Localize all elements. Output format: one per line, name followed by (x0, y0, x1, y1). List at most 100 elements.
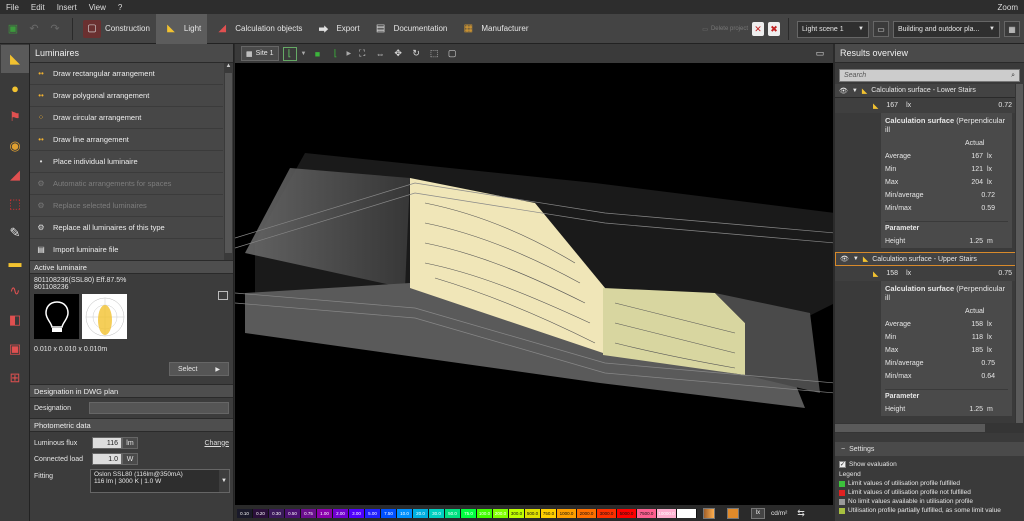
results-scrollbar[interactable] (1015, 84, 1024, 423)
color-gradient-icon[interactable] (703, 507, 715, 519)
show-evaluation-checkbox[interactable]: ✓ (839, 460, 846, 468)
draw-line-arrangement[interactable]: •• Draw line arrangement (30, 129, 223, 151)
zoom-extents-icon[interactable]: ⛶ (355, 47, 369, 61)
fitting-select[interactable]: Oslon SSL80 (116lm@350mA) 116 lm | 3000 … (90, 469, 230, 493)
surface-name: Calculation surface - Upper Stairs (872, 255, 977, 263)
tab-construction[interactable]: ▢ Construction (77, 14, 156, 44)
tab-light[interactable]: ◣ Light (155, 13, 208, 44)
tab-light-label: Light (183, 24, 202, 33)
surface-header-upper[interactable]: 👁 ▼ ◣ Calculation surface - Upper Stairs (835, 252, 1024, 266)
eye-icon[interactable]: 👁 (839, 87, 848, 95)
unit-lx-button[interactable]: lx (751, 507, 765, 519)
scroll-up-icon[interactable]: ▲ (224, 63, 233, 72)
legend-swatch (839, 498, 845, 505)
replace-selected-luminaires[interactable]: ⚙ Replace selected luminaires (30, 195, 223, 217)
chevron-right-icon[interactable]: ▶ (346, 50, 351, 57)
redo-icon[interactable]: ↷ (46, 20, 64, 38)
expand-icon[interactable]: ▼ (853, 256, 859, 262)
results-scroll-thumb[interactable] (1016, 84, 1023, 423)
designation-input[interactable] (89, 402, 229, 414)
tab-manufacturer[interactable]: ▦ Manufacturer (453, 14, 534, 44)
monitor-view-icon[interactable]: ▭ (813, 47, 827, 61)
unit-cd-label[interactable]: cd/m² (771, 510, 787, 517)
3d-viewport[interactable]: ▦ Site 1 ⌊ ▼ ■ ⌊ ▶ ⛶ ⇔ ✥ ↻ ⬚ ▢ ▭ 0.10 0.… (235, 44, 833, 521)
connected-load-input[interactable]: 1.0 (92, 453, 122, 465)
replace-all-luminaires[interactable]: ⚙ Replace all luminaires of this type (30, 217, 223, 239)
menu-edit[interactable]: Edit (25, 3, 51, 12)
expand-icon[interactable]: ▼ (852, 88, 858, 94)
cut-view-icon[interactable]: ⌊ (328, 47, 342, 61)
results-search[interactable]: Search ⌕ (839, 69, 1020, 82)
floor-tool-icon[interactable]: ▬ (1, 248, 29, 276)
planning-scene-select[interactable]: Building and outdoor pla... ▼ (893, 20, 1000, 38)
chevron-down-icon[interactable]: ▼ (301, 51, 307, 57)
menu-file[interactable]: File (0, 3, 25, 12)
split-tool-icon[interactable]: ◧ (1, 306, 29, 334)
monitor-icon[interactable]: ▭ (873, 21, 889, 37)
light-scene-value: Light scene 1 (802, 25, 844, 33)
intensity-tool-icon[interactable]: ◢ (1, 161, 29, 189)
tab-export[interactable]: ⮕ Export (308, 14, 365, 44)
draw-rectangular-arrangement[interactable]: •• Draw rectangular arrangement (30, 63, 223, 85)
menu-insert[interactable]: Insert (51, 3, 83, 12)
frame-tool-icon[interactable]: ▣ (1, 335, 29, 363)
rotate-icon[interactable]: ↻ (409, 47, 423, 61)
project-icon: ▭ (702, 26, 708, 33)
3d-view-icon[interactable]: ■ (310, 47, 324, 61)
surface-header-lower[interactable]: 👁 ▼ ◣ Calculation surface - Lower Stairs (835, 84, 1024, 98)
draw-circular-arrangement[interactable]: ⁘ Draw circular arrangement (30, 107, 223, 129)
menu-zoom[interactable]: Zoom (992, 3, 1024, 12)
min-value: 121 (971, 166, 983, 173)
color-tool-icon[interactable]: ◉ (1, 132, 29, 160)
results-hscroll-thumb[interactable] (835, 424, 985, 432)
eye-icon[interactable]: 👁 (840, 255, 849, 263)
bulb-tool-icon[interactable]: ● (1, 74, 29, 102)
search-icon[interactable]: ⌕ (1011, 72, 1015, 80)
select-luminaire-button[interactable]: Select ▶ (169, 362, 229, 376)
save-icon[interactable]: ▣ (4, 20, 22, 38)
hierarchy-tool-icon[interactable]: ⊞ (1, 364, 29, 392)
export-luminaire-icon[interactable] (218, 291, 228, 300)
place-individual-luminaire[interactable]: • Place individual luminaire (30, 151, 223, 173)
line-arrangement-icon: •• (38, 135, 44, 144)
site-selector[interactable]: ▦ Site 1 (241, 46, 279, 61)
luminous-flux-input[interactable]: 116 (92, 437, 122, 449)
light-scene-tool-icon[interactable]: ⚑ (1, 103, 29, 131)
menu-view[interactable]: View (83, 3, 112, 12)
swap-icon[interactable]: ⇆ (797, 508, 805, 519)
import-luminaire-file[interactable]: ▤ Import luminaire file (30, 239, 223, 260)
false-color-icon[interactable] (727, 507, 739, 519)
light-scene-select[interactable]: Light scene 1 ▼ (797, 20, 869, 38)
list-scrollbar[interactable]: ▲ (224, 63, 233, 260)
show-evaluation-row[interactable]: ✓ Show evaluation (835, 458, 1024, 470)
replace-all-icon: ⚙ (37, 223, 45, 232)
undo-icon[interactable]: ↶ (25, 20, 43, 38)
curve-tool-icon[interactable]: ∿ (1, 277, 29, 305)
tab-documentation[interactable]: ▤ Documentation (366, 14, 454, 44)
pan-icon[interactable]: ✥ (391, 47, 405, 61)
calculator-icon[interactable]: ▦ (1004, 21, 1020, 37)
results-hscrollbar[interactable] (835, 423, 1024, 433)
collapse-icon[interactable]: − (841, 446, 845, 453)
automatic-arrangements[interactable]: ⚙ Automatic arrangements for spaces (30, 173, 223, 195)
luminaire-tool-icon[interactable]: ◣ (1, 45, 29, 73)
draw-polygonal-arrangement[interactable]: •• Draw polygonal arrangement (30, 85, 223, 107)
delete-project-button[interactable]: ▭ Delete project (702, 26, 748, 33)
edit-tool-icon[interactable]: ✎ (1, 219, 29, 247)
delete-all-icon[interactable]: ✖ (768, 22, 780, 36)
zoom-window-icon[interactable]: ⬚ (427, 47, 441, 61)
change-link[interactable]: Change (204, 440, 229, 447)
settings-header[interactable]: − Settings (835, 442, 1024, 456)
surface-summary-upper: ◣ 158 lx 0.75 (835, 266, 1024, 281)
fullscreen-icon[interactable]: ▢ (445, 47, 459, 61)
tab-export-label: Export (336, 24, 360, 33)
delete-icon[interactable]: ✕ (752, 22, 764, 36)
arrangement-tool-icon[interactable]: ⬚ (1, 190, 29, 218)
scroll-thumb[interactable] (225, 73, 232, 253)
floor-plan-icon[interactable]: ⌊ (282, 46, 297, 61)
main-toolbar: ▣ ↶ ↷ ▢ Construction ◣ Light ◢ Calculati… (0, 13, 1024, 44)
tab-calculation-objects[interactable]: ◢ Calculation objects (207, 14, 308, 44)
menu-help[interactable]: ? (112, 3, 128, 12)
legend-cell: 7.50 (381, 508, 397, 518)
measure-icon[interactable]: ⇔ (373, 47, 387, 61)
